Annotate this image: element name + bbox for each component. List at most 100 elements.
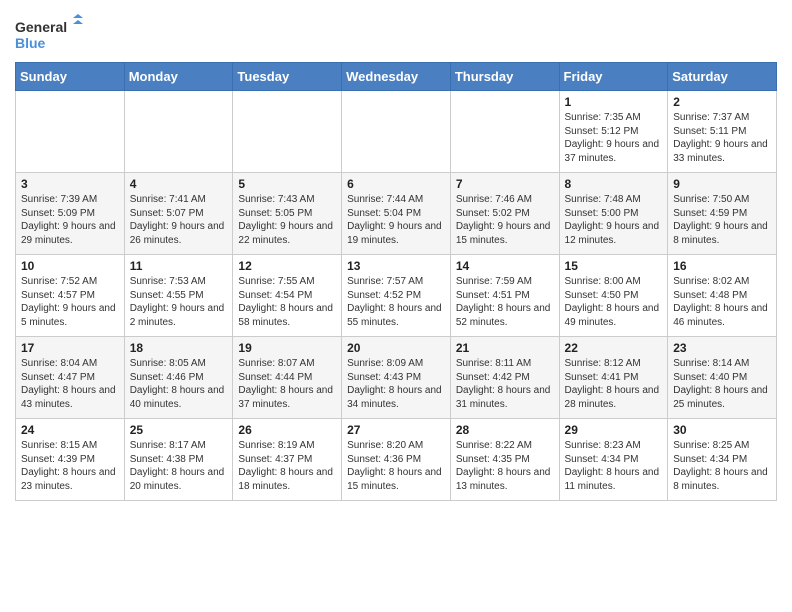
calendar-cell: 12 Sunrise: 7:55 AM Sunset: 4:54 PM Dayli…	[233, 255, 342, 337]
logo: General Blue	[15, 14, 85, 56]
calendar-cell: 1 Sunrise: 7:35 AM Sunset: 5:12 PM Daylig…	[559, 91, 668, 173]
calendar-cell: 24 Sunrise: 8:15 AM Sunset: 4:39 PM Dayli…	[16, 419, 125, 501]
day-info: Sunrise: 7:55 AM Sunset: 4:54 PM Dayligh…	[238, 275, 336, 329]
day-number: 23	[673, 341, 771, 355]
day-number: 13	[347, 259, 445, 273]
day-info: Sunrise: 8:05 AM Sunset: 4:46 PM Dayligh…	[130, 357, 228, 411]
calendar-cell: 15 Sunrise: 8:00 AM Sunset: 4:50 PM Dayli…	[559, 255, 668, 337]
svg-text:Blue: Blue	[15, 35, 46, 51]
day-number: 4	[130, 177, 228, 191]
day-info: Sunrise: 7:57 AM Sunset: 4:52 PM Dayligh…	[347, 275, 445, 329]
calendar-cell: 3 Sunrise: 7:39 AM Sunset: 5:09 PM Daylig…	[16, 173, 125, 255]
day-number: 9	[673, 177, 771, 191]
header: General Blue	[15, 10, 777, 56]
calendar-cell: 2 Sunrise: 7:37 AM Sunset: 5:11 PM Daylig…	[668, 91, 777, 173]
weekday-header-monday: Monday	[124, 63, 233, 91]
day-number: 21	[456, 341, 554, 355]
weekday-header-friday: Friday	[559, 63, 668, 91]
calendar-cell: 23 Sunrise: 8:14 AM Sunset: 4:40 PM Dayli…	[668, 337, 777, 419]
day-info: Sunrise: 8:02 AM Sunset: 4:48 PM Dayligh…	[673, 275, 771, 329]
day-number: 28	[456, 423, 554, 437]
day-number: 10	[21, 259, 119, 273]
svg-text:General: General	[15, 19, 67, 35]
calendar-cell: 16Sunrise: 8:02 AM Sunset: 4:48 PM Dayli…	[668, 255, 777, 337]
day-info: Sunrise: 8:22 AM Sunset: 4:35 PM Dayligh…	[456, 439, 554, 493]
day-info: Sunrise: 7:46 AM Sunset: 5:02 PM Dayligh…	[456, 193, 554, 247]
week-row-1: 1 Sunrise: 7:35 AM Sunset: 5:12 PM Daylig…	[16, 91, 777, 173]
day-info: Sunrise: 7:59 AM Sunset: 4:51 PM Dayligh…	[456, 275, 554, 329]
calendar-cell: 20 Sunrise: 8:09 AM Sunset: 4:43 PM Dayli…	[342, 337, 451, 419]
day-number: 17	[21, 341, 119, 355]
calendar-table: SundayMondayTuesdayWednesdayThursdayFrid…	[15, 62, 777, 501]
calendar-cell: 28 Sunrise: 8:22 AM Sunset: 4:35 PM Dayli…	[450, 419, 559, 501]
calendar-cell: 25 Sunrise: 8:17 AM Sunset: 4:38 PM Dayli…	[124, 419, 233, 501]
calendar-cell: 10Sunrise: 7:52 AM Sunset: 4:57 PM Dayli…	[16, 255, 125, 337]
day-number: 30	[673, 423, 771, 437]
calendar-cell	[450, 91, 559, 173]
weekday-header-wednesday: Wednesday	[342, 63, 451, 91]
week-row-2: 3 Sunrise: 7:39 AM Sunset: 5:09 PM Daylig…	[16, 173, 777, 255]
week-row-3: 10Sunrise: 7:52 AM Sunset: 4:57 PM Dayli…	[16, 255, 777, 337]
calendar-cell: 18 Sunrise: 8:05 AM Sunset: 4:46 PM Dayli…	[124, 337, 233, 419]
calendar-cell: 17 Sunrise: 8:04 AM Sunset: 4:47 PM Dayli…	[16, 337, 125, 419]
calendar-body: 1 Sunrise: 7:35 AM Sunset: 5:12 PM Daylig…	[16, 91, 777, 501]
calendar-cell: 30 Sunrise: 8:25 AM Sunset: 4:34 PM Dayli…	[668, 419, 777, 501]
day-info: Sunrise: 8:17 AM Sunset: 4:38 PM Dayligh…	[130, 439, 228, 493]
day-info: Sunrise: 8:07 AM Sunset: 4:44 PM Dayligh…	[238, 357, 336, 411]
day-number: 22	[565, 341, 663, 355]
day-number: 11	[130, 259, 228, 273]
day-info: Sunrise: 7:35 AM Sunset: 5:12 PM Dayligh…	[565, 111, 663, 165]
calendar-cell	[124, 91, 233, 173]
weekday-header-thursday: Thursday	[450, 63, 559, 91]
calendar-cell: 26 Sunrise: 8:19 AM Sunset: 4:37 PM Dayli…	[233, 419, 342, 501]
day-number: 14	[456, 259, 554, 273]
day-number: 27	[347, 423, 445, 437]
calendar-cell: 29 Sunrise: 8:23 AM Sunset: 4:34 PM Dayli…	[559, 419, 668, 501]
day-number: 3	[21, 177, 119, 191]
day-number: 18	[130, 341, 228, 355]
day-number: 8	[565, 177, 663, 191]
day-number: 25	[130, 423, 228, 437]
day-number: 1	[565, 95, 663, 109]
calendar-cell: 13 Sunrise: 7:57 AM Sunset: 4:52 PM Dayli…	[342, 255, 451, 337]
day-number: 15	[565, 259, 663, 273]
day-number: 29	[565, 423, 663, 437]
day-number: 12	[238, 259, 336, 273]
calendar-cell	[342, 91, 451, 173]
day-info: Sunrise: 8:04 AM Sunset: 4:47 PM Dayligh…	[21, 357, 119, 411]
day-number: 7	[456, 177, 554, 191]
day-info: Sunrise: 7:39 AM Sunset: 5:09 PM Dayligh…	[21, 193, 119, 247]
day-number: 5	[238, 177, 336, 191]
day-info: Sunrise: 8:25 AM Sunset: 4:34 PM Dayligh…	[673, 439, 771, 493]
logo-svg: General Blue	[15, 14, 85, 56]
day-info: Sunrise: 8:09 AM Sunset: 4:43 PM Dayligh…	[347, 357, 445, 411]
day-info: Sunrise: 8:19 AM Sunset: 4:37 PM Dayligh…	[238, 439, 336, 493]
day-info: Sunrise: 7:43 AM Sunset: 5:05 PM Dayligh…	[238, 193, 336, 247]
week-row-5: 24 Sunrise: 8:15 AM Sunset: 4:39 PM Dayli…	[16, 419, 777, 501]
calendar-cell: 6Sunrise: 7:44 AM Sunset: 5:04 PM Daylig…	[342, 173, 451, 255]
calendar-cell: 8Sunrise: 7:48 AM Sunset: 5:00 PM Daylig…	[559, 173, 668, 255]
calendar-cell: 5 Sunrise: 7:43 AM Sunset: 5:05 PM Daylig…	[233, 173, 342, 255]
day-number: 26	[238, 423, 336, 437]
day-info: Sunrise: 7:37 AM Sunset: 5:11 PM Dayligh…	[673, 111, 771, 165]
calendar-cell: 7 Sunrise: 7:46 AM Sunset: 5:02 PM Daylig…	[450, 173, 559, 255]
day-number: 20	[347, 341, 445, 355]
day-info: Sunrise: 8:15 AM Sunset: 4:39 PM Dayligh…	[21, 439, 119, 493]
calendar-cell: 14 Sunrise: 7:59 AM Sunset: 4:51 PM Dayli…	[450, 255, 559, 337]
calendar-cell: 4Sunrise: 7:41 AM Sunset: 5:07 PM Daylig…	[124, 173, 233, 255]
calendar-cell: 21Sunrise: 8:11 AM Sunset: 4:42 PM Dayli…	[450, 337, 559, 419]
calendar-cell	[16, 91, 125, 173]
day-number: 24	[21, 423, 119, 437]
day-info: Sunrise: 8:23 AM Sunset: 4:34 PM Dayligh…	[565, 439, 663, 493]
day-info: Sunrise: 8:00 AM Sunset: 4:50 PM Dayligh…	[565, 275, 663, 329]
week-row-4: 17 Sunrise: 8:04 AM Sunset: 4:47 PM Dayli…	[16, 337, 777, 419]
day-info: Sunrise: 7:44 AM Sunset: 5:04 PM Dayligh…	[347, 193, 445, 247]
day-number: 19	[238, 341, 336, 355]
day-info: Sunrise: 7:50 AM Sunset: 4:59 PM Dayligh…	[673, 193, 771, 247]
calendar-cell	[233, 91, 342, 173]
calendar-cell: 9 Sunrise: 7:50 AM Sunset: 4:59 PM Daylig…	[668, 173, 777, 255]
day-number: 2	[673, 95, 771, 109]
day-info: Sunrise: 7:53 AM Sunset: 4:55 PM Dayligh…	[130, 275, 228, 329]
calendar-cell: 19 Sunrise: 8:07 AM Sunset: 4:44 PM Dayli…	[233, 337, 342, 419]
day-info: Sunrise: 8:14 AM Sunset: 4:40 PM Dayligh…	[673, 357, 771, 411]
